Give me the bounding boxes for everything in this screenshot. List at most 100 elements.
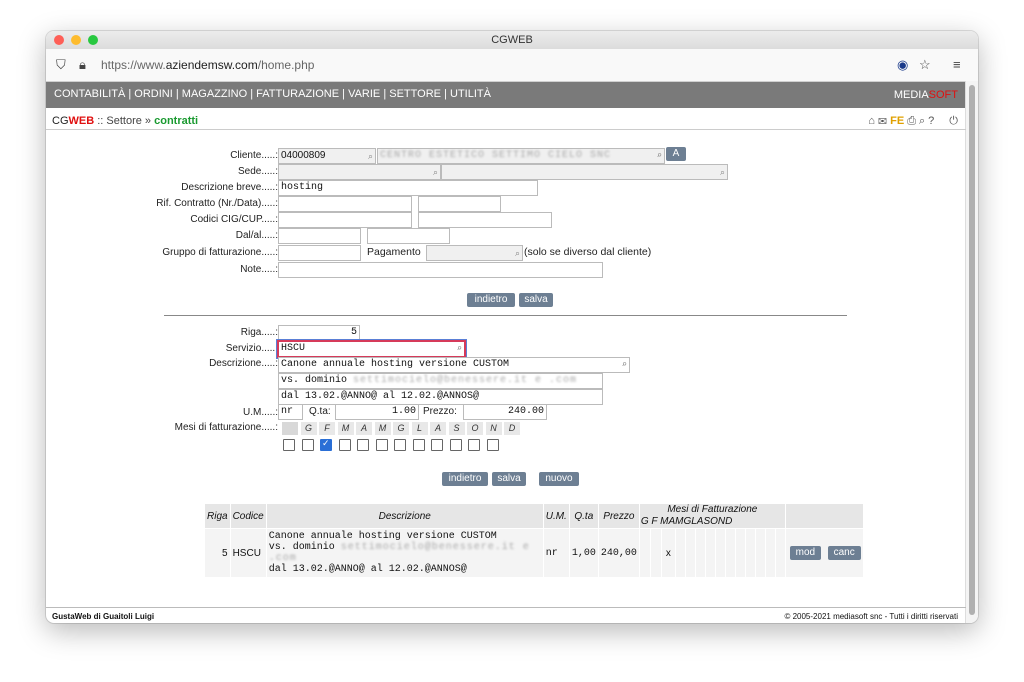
descrizione-breve-input[interactable]: hosting [278, 180, 538, 196]
menu-magazzino[interactable]: MAGAZZINO [182, 88, 247, 100]
rif-contratto-nr-input[interactable] [278, 196, 412, 212]
righe-table: Riga Codice Descrizione U.M. Q.ta Prezzo… [204, 503, 864, 578]
pagamento-label: Pagamento [367, 246, 421, 258]
mese-checkbox-8[interactable] [412, 439, 425, 451]
gruppo-fatturazione-input[interactable] [278, 245, 361, 261]
search-icon: ⌕ [656, 151, 662, 161]
riga-input[interactable]: 5 [278, 325, 360, 341]
menu-fatturazione[interactable]: FATTURAZIONE [256, 88, 339, 100]
pagamento-note: (solo se diverso dal cliente) [524, 246, 652, 258]
search-icon: ⌕ [432, 167, 438, 177]
browser-window: CGWEB ⛉ 🔒︎ https://www.aziendemsw.com/ho… [46, 31, 978, 623]
close-window-button[interactable] [54, 35, 64, 45]
qta-input[interactable]: 1.00 [335, 404, 419, 420]
search-icon: ⌕ [456, 344, 462, 354]
codici-cig-label: Codici CIG/CUP.....: [190, 214, 278, 225]
al-input[interactable] [367, 228, 450, 244]
riga-indietro-button[interactable]: indietro [442, 472, 488, 486]
hamburger-menu-icon[interactable]: ≡ [953, 57, 961, 72]
prezzo-input[interactable]: 240.00 [463, 404, 547, 420]
brand-logo: MEDIASOFT [893, 89, 958, 101]
gruppo-fatturazione-label: Gruppo di fatturazione.....: [162, 247, 278, 258]
sede-label: Sede.....: [237, 166, 278, 177]
mese-checkbox-7[interactable] [394, 439, 406, 451]
mese-checkbox-4[interactable] [338, 439, 351, 451]
search-icon: ⌕ [514, 248, 520, 258]
riga-nuovo-button[interactable]: nuovo [539, 472, 579, 486]
descrizione-label: Descrizione.....: [209, 358, 278, 369]
codice-cig-input[interactable] [278, 212, 412, 228]
url-field[interactable]: https://www.aziendemsw.com/home.php [101, 58, 314, 72]
mese-checkbox-10[interactable] [449, 439, 462, 451]
fe-button[interactable]: FE [890, 115, 904, 128]
mese-checkbox-11[interactable] [468, 439, 480, 451]
qta-label: Q.ta: [309, 406, 331, 417]
mese-checkbox-5[interactable] [357, 439, 369, 451]
power-icon[interactable]: ⏻ [949, 115, 958, 128]
search-icon: ⌕ [719, 167, 725, 177]
mesi-fatturazione-label: Mesi di fatturazione.....: [174, 422, 278, 433]
menu-utilita[interactable]: UTILITÀ [450, 88, 491, 100]
menu-varie[interactable]: VARIE [348, 88, 380, 100]
main-menu: CONTABILITÀ | ORDINI | MAGAZZINO | FATTU… [46, 82, 978, 108]
salva-button[interactable]: salva [519, 293, 553, 307]
minimize-window-button[interactable] [71, 35, 81, 45]
servizio-label: Servizio.....: [225, 343, 278, 354]
servizio-input[interactable]: HSCU ⌕ [277, 340, 466, 358]
sede-name-input[interactable]: ⌕ [441, 164, 728, 180]
pagamento-input[interactable]: ⌕ [426, 245, 523, 261]
col-codice: Codice [229, 503, 267, 529]
menu-contabilita[interactable]: CONTABILITÀ [54, 88, 125, 100]
indietro-button[interactable]: indietro [467, 293, 515, 307]
note-input[interactable] [278, 262, 603, 278]
toolbar-icons: ⌂ ✉ FE ⎙ ⌕ ? ⏻ [868, 115, 958, 128]
rif-contratto-data-input[interactable] [418, 196, 501, 212]
row-mese-marzo: x [660, 528, 676, 578]
vertical-scrollbar[interactable] [965, 81, 978, 623]
cliente-label: Cliente.....: [230, 150, 278, 161]
lock-icon[interactable]: 🔒︎ [79, 57, 86, 73]
mese-checkbox-1[interactable] [283, 439, 295, 451]
table-row: 5 HSCU Canone annuale hosting versione C… [204, 528, 864, 578]
cliente-name-input[interactable]: CENTRO ESTETICO SETTIMO CIELO SNC ⌕ [377, 148, 665, 164]
descrizione-line2-input[interactable]: vs. dominio settimocielo@benessere.it e … [278, 373, 603, 389]
help-icon[interactable]: ? [928, 115, 934, 128]
breadcrumb-settore[interactable]: Settore [106, 115, 141, 127]
bookmark-star-icon[interactable]: ☆ [919, 57, 931, 73]
mod-button[interactable]: mod [789, 546, 821, 560]
dal-al-label: Dal/al.....: [235, 230, 278, 241]
mesi-header: GFMA MGLA SOND [282, 422, 523, 435]
search-icon: ⌕ [621, 360, 627, 370]
riga-salva-button[interactable]: salva [492, 472, 526, 486]
riga-label: Riga.....: [240, 327, 278, 338]
descrizione-line3-input[interactable]: dal 13.02.@ANNO@ al 12.02.@ANNOS@ [278, 389, 603, 405]
shield-icon[interactable]: ⛉ [56, 57, 66, 73]
mail-icon[interactable]: ✉ [878, 115, 887, 128]
menu-ordini[interactable]: ORDINI [134, 88, 173, 100]
rif-contratto-label: Rif. Contratto (Nr./Data).....: [156, 198, 278, 209]
descrizione-breve-label: Descrizione breve.....: [181, 182, 278, 193]
sede-code-input[interactable]: ⌕ [278, 164, 441, 180]
col-descrizione: Descrizione [265, 503, 544, 529]
zoom-window-button[interactable] [88, 35, 98, 45]
mese-checkbox-2[interactable] [301, 439, 314, 451]
cliente-a-button[interactable]: A [666, 147, 686, 161]
address-bar: ⛉ 🔒︎ https://www.aziendemsw.com/home.php… [46, 49, 978, 82]
search-icon[interactable]: ⌕ [919, 115, 925, 128]
codice-cup-input[interactable] [418, 212, 552, 228]
home-icon[interactable]: ⌂ [868, 115, 875, 128]
menu-settore[interactable]: SETTORE [389, 88, 441, 100]
um-label: U.M.....: [243, 407, 278, 418]
mese-checkbox-6[interactable] [375, 439, 388, 451]
col-mesi: Mesi di Fatturazione G F MAMGLASOND [638, 503, 786, 529]
extension-icon[interactable]: ◉ [897, 57, 908, 73]
um-input[interactable]: nr [278, 404, 303, 420]
cliente-code-input[interactable]: 04000809 ⌕ [278, 148, 376, 164]
mese-checkbox-12[interactable] [486, 439, 499, 451]
dal-input[interactable] [278, 228, 361, 244]
canc-button[interactable]: canc [827, 546, 861, 560]
print-icon[interactable]: ⎙ [907, 115, 916, 128]
mese-checkbox-9[interactable] [431, 439, 443, 451]
mese-checkbox-3[interactable] [320, 438, 332, 451]
descrizione-line1-input[interactable]: Canone annuale hosting versione CUSTOM ⌕ [278, 357, 630, 373]
